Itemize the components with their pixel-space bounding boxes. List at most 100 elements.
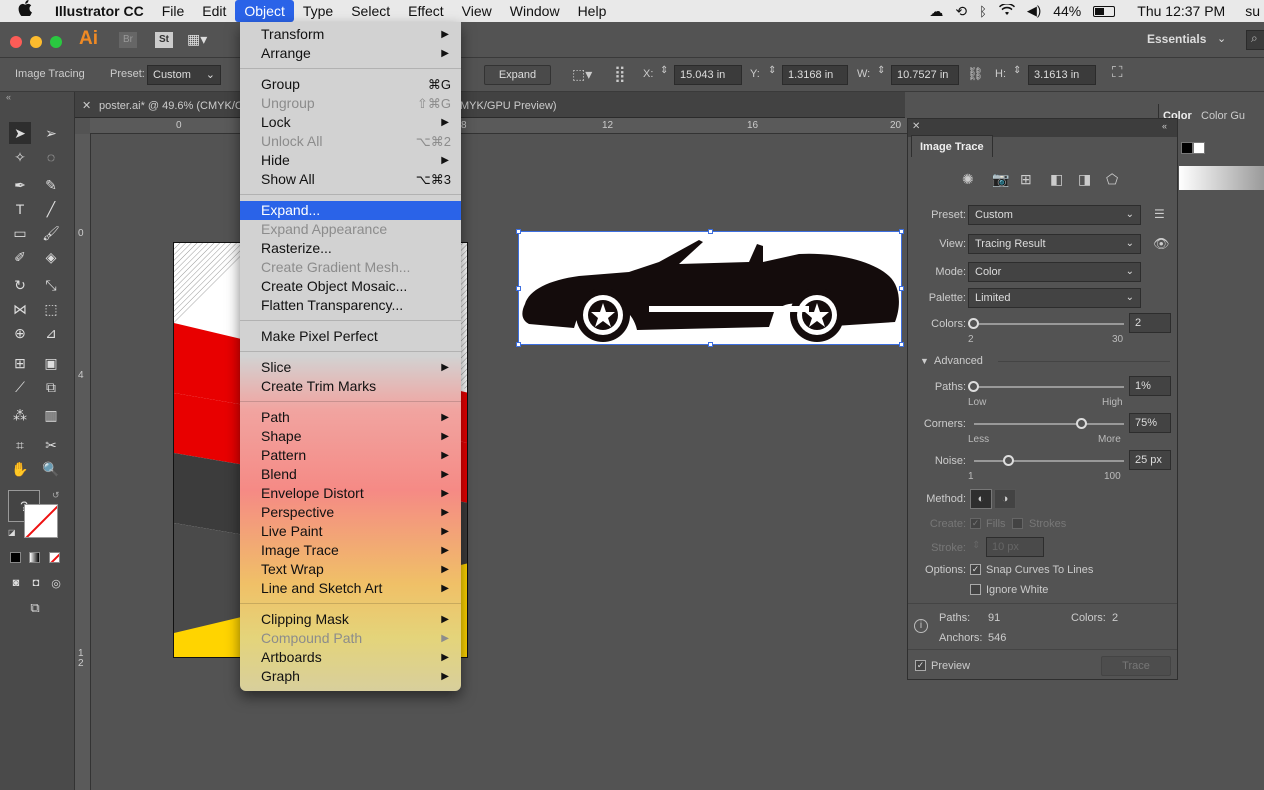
battery-icon[interactable] — [1093, 5, 1116, 17]
menu-item-create-object-mosaic[interactable]: Create Object Mosaic... — [240, 277, 461, 296]
paths-field[interactable]: 1% — [1129, 376, 1171, 396]
volume-icon[interactable]: ◀) — [1027, 3, 1041, 19]
scale-tool-icon[interactable]: ⤡ — [40, 274, 62, 296]
menu-select[interactable]: Select — [342, 0, 399, 22]
x-field[interactable]: 15.043 in — [674, 65, 742, 85]
menu-item-blend[interactable]: Blend ▶ — [240, 465, 461, 484]
menu-item-clipping-mask[interactable]: Clipping Mask ▶ — [240, 610, 461, 629]
zoom-tool-icon[interactable]: 🔍 — [40, 458, 62, 480]
screen-mode-icon[interactable]: ⧉ — [24, 597, 46, 619]
draw-inside-icon[interactable]: ◎ — [45, 572, 67, 594]
lasso-tool-icon[interactable]: ◌ — [40, 146, 62, 168]
overlapping-method-button[interactable]: ◑ — [994, 489, 1016, 509]
width-field[interactable]: 10.7527 in — [891, 65, 959, 85]
mesh-tool-icon[interactable]: ⊞ — [9, 352, 31, 374]
selection-handle[interactable] — [899, 342, 904, 347]
h-stepper-icon[interactable]: ⇕ — [1013, 65, 1021, 76]
rectangle-tool-icon[interactable]: ▭ — [9, 222, 31, 244]
menu-type[interactable]: Type — [294, 0, 342, 22]
paths-slider-knob[interactable] — [968, 381, 979, 392]
selection-handle[interactable] — [708, 342, 713, 347]
color-spectrum-bar[interactable] — [1179, 166, 1264, 190]
shape-builder-tool-icon[interactable]: ⊕ — [9, 322, 31, 344]
wifi-icon[interactable] — [998, 2, 1015, 19]
menu-item-artboards[interactable]: Artboards ▶ — [240, 648, 461, 667]
stroke-stepper-icon[interactable]: ⇕ — [972, 540, 980, 551]
menu-item-unlock-all[interactable]: Unlock All ⌥⌘2 — [240, 132, 461, 151]
preset-select[interactable]: Custom ⌄ — [147, 65, 221, 85]
reference-point-icon[interactable]: ⣿ — [614, 64, 626, 84]
menu-item-expand-appearance[interactable]: Expand Appearance — [240, 220, 461, 239]
transform-options-icon[interactable]: ⛶ — [1112, 64, 1123, 81]
snap-curves-checkbox[interactable]: ✓ — [970, 564, 981, 575]
menu-item-slice[interactable]: Slice ▶ — [240, 358, 461, 377]
low-color-icon[interactable]: ⊞ — [1020, 171, 1032, 188]
traced-car-image[interactable] — [516, 229, 904, 347]
corners-slider-knob[interactable] — [1076, 418, 1087, 429]
swap-fill-stroke-icon[interactable]: ↺ — [52, 490, 60, 501]
black-and-white-icon[interactable]: ◨ — [1078, 171, 1091, 188]
apple-icon[interactable] — [0, 0, 46, 22]
width-tool-icon[interactable]: ⋈ — [9, 298, 31, 320]
paintbrush-tool-icon[interactable]: 🖌 — [40, 222, 62, 244]
menu-view[interactable]: View — [453, 0, 501, 22]
preset-dropdown[interactable]: Custom ⌄ — [968, 205, 1141, 225]
colors-slider-track[interactable] — [974, 323, 1124, 325]
advanced-toggle-icon[interactable]: ▼ — [920, 356, 929, 366]
artboard-tool-icon[interactable]: ⌗ — [9, 434, 31, 456]
menu-item-path[interactable]: Path ▶ — [240, 408, 461, 427]
fill-stroke-widget[interactable]: ? ↺ ◪ — [8, 490, 60, 538]
menu-item-compound-path[interactable]: Compound Path ▶ — [240, 629, 461, 648]
menu-item-expand[interactable]: Expand... — [240, 201, 461, 220]
selection-box-icon[interactable]: ⬚▾ — [572, 66, 592, 83]
menu-item-line-and-sketch-art[interactable]: Line and Sketch Art ▶ — [240, 579, 461, 598]
type-tool-icon[interactable]: T — [9, 198, 31, 220]
height-field[interactable]: 3.1613 in — [1028, 65, 1096, 85]
document-title[interactable]: poster.ai* @ 49.6% (CMYK/C — [99, 100, 243, 112]
trace-button[interactable]: Trace — [1101, 656, 1171, 676]
menu-item-arrange[interactable]: Arrange ▶ — [240, 44, 461, 63]
eye-icon[interactable]: 👁 — [1153, 236, 1170, 252]
fills-checkbox[interactable]: ✓ — [970, 518, 981, 529]
color-mode-button[interactable] — [10, 552, 21, 563]
tab-image-trace[interactable]: Image Trace — [911, 135, 993, 157]
noise-slider-track[interactable] — [974, 460, 1124, 462]
menu-item-envelope-distort[interactable]: Envelope Distort ▶ — [240, 484, 461, 503]
close-panel-icon[interactable]: ✕ — [912, 121, 920, 132]
black-swatch[interactable] — [1181, 142, 1193, 154]
user-name[interactable]: su — [1245, 3, 1260, 19]
y-stepper-icon[interactable]: ⇕ — [768, 65, 776, 76]
selection-handle[interactable] — [708, 229, 713, 234]
view-dropdown[interactable]: Tracing Result ⌄ — [968, 234, 1141, 254]
menu-item-group[interactable]: Group ⌘G — [240, 75, 461, 94]
menu-help[interactable]: Help — [569, 0, 616, 22]
menu-item-transform[interactable]: Transform ▶ — [240, 25, 461, 44]
none-mode-button[interactable] — [49, 552, 60, 563]
auto-color-icon[interactable]: ✺ — [962, 171, 974, 188]
paths-slider-track[interactable] — [974, 386, 1124, 388]
menu-effect[interactable]: Effect — [399, 0, 453, 22]
menu-window[interactable]: Window — [501, 0, 569, 22]
slice-tool-icon[interactable]: ✂ — [40, 434, 62, 456]
selection-handle[interactable] — [899, 286, 904, 291]
workspace-chevron-icon[interactable]: ⌄ — [1217, 32, 1226, 45]
magic-wand-icon[interactable]: ✧ — [9, 146, 31, 168]
menu-item-show-all[interactable]: Show All ⌥⌘3 — [240, 170, 461, 189]
menu-item-graph[interactable]: Graph ▶ — [240, 667, 461, 686]
draw-normal-icon[interactable]: ◙ — [5, 572, 27, 594]
ignore-white-checkbox[interactable] — [970, 584, 981, 595]
horizontal-ruler[interactable]: 0 8 12 16 20 — [90, 118, 907, 134]
abutting-method-button[interactable]: ◐ — [970, 489, 992, 509]
curvature-tool-icon[interactable]: ✎ — [40, 174, 62, 196]
advanced-label[interactable]: Advanced — [934, 355, 983, 367]
creative-cloud-icon[interactable]: ☁ — [929, 3, 943, 20]
selection-handle[interactable] — [516, 229, 521, 234]
menu-item-text-wrap[interactable]: Text Wrap ▶ — [240, 560, 461, 579]
eyedropper-tool-icon[interactable]: ⟋ — [9, 376, 31, 398]
rotate-tool-icon[interactable]: ↻ — [9, 274, 31, 296]
menu-item-flatten-transparency[interactable]: Flatten Transparency... — [240, 296, 461, 315]
w-stepper-icon[interactable]: ⇕ — [877, 65, 885, 76]
colors-slider-knob[interactable] — [968, 318, 979, 329]
free-transform-tool-icon[interactable]: ⬚ — [40, 298, 62, 320]
draw-behind-icon[interactable]: ◘ — [25, 572, 47, 594]
